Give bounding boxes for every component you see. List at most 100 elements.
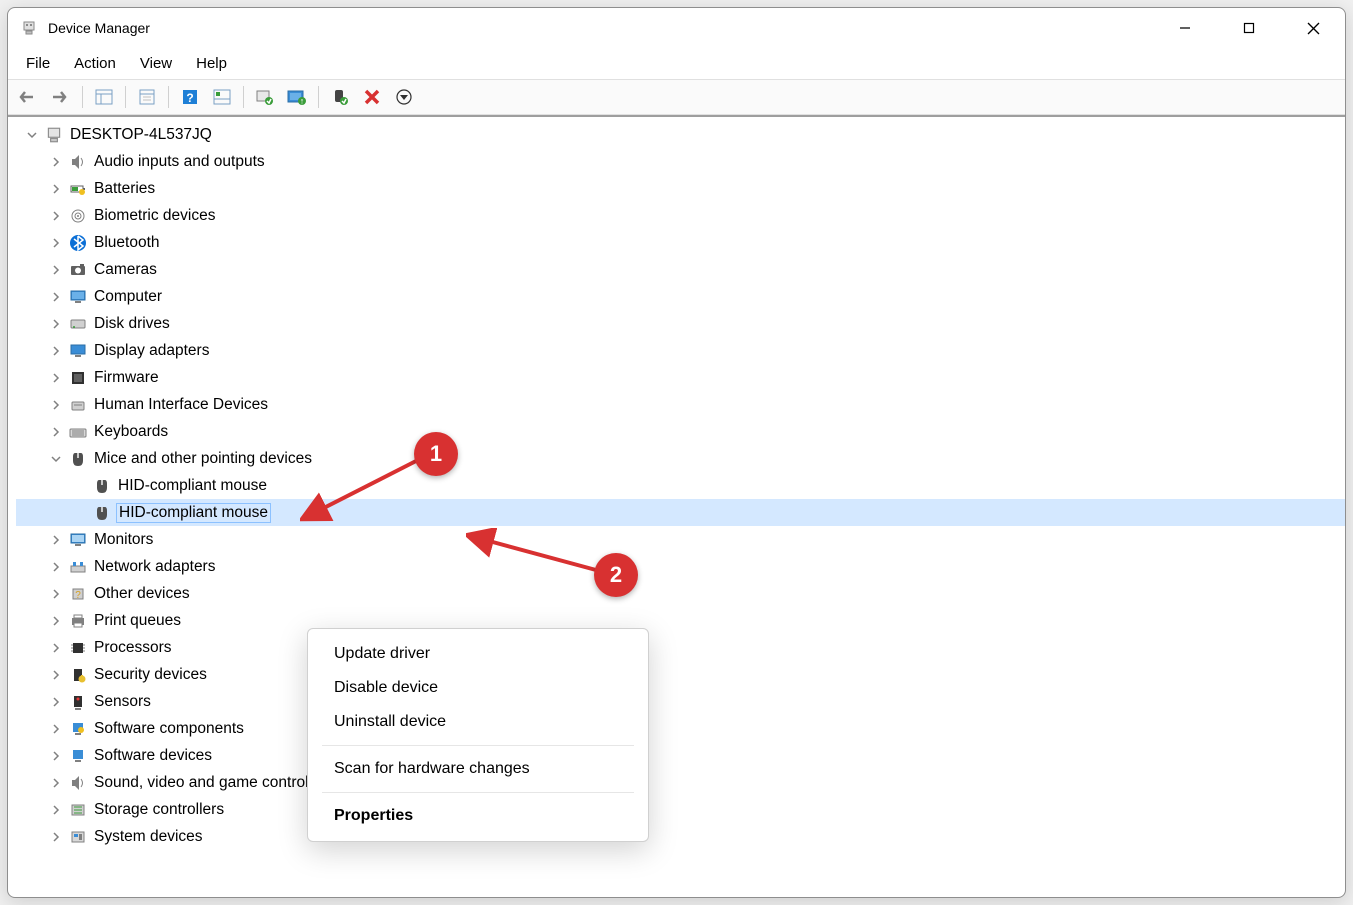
tree-category-label: Firmware <box>94 369 159 387</box>
chevron-down-icon[interactable] <box>24 127 40 143</box>
titlebar: Device Manager <box>8 8 1345 48</box>
chevron-icon[interactable] <box>48 397 64 413</box>
tree-area: DESKTOP-4L537JQ Audio inputs and outputs… <box>8 115 1345 897</box>
toolbar-uninstall-device-button[interactable] <box>357 83 387 111</box>
tree-category-label: Network adapters <box>94 558 215 576</box>
toolbar-disable-device-button[interactable] <box>389 83 419 111</box>
tree-category-disk[interactable]: Disk drives <box>16 310 1345 337</box>
menu-help[interactable]: Help <box>184 48 239 80</box>
chevron-icon[interactable] <box>48 559 64 575</box>
tree-category-other[interactable]: ?Other devices <box>16 580 1345 607</box>
swcomp-icon <box>68 719 88 739</box>
display-icon <box>68 341 88 361</box>
chevron-icon[interactable] <box>48 829 64 845</box>
chevron-icon[interactable] <box>48 289 64 305</box>
toolbar-back-button[interactable] <box>14 83 44 111</box>
menu-view[interactable]: View <box>128 48 184 80</box>
tree-category-label: Security devices <box>94 666 207 684</box>
tree-category-sound[interactable]: Sound, video and game controllers <box>16 769 1345 796</box>
maximize-button[interactable] <box>1217 8 1281 48</box>
cpu-icon <box>68 638 88 658</box>
mouse-icon <box>92 503 112 523</box>
chevron-icon[interactable] <box>48 667 64 683</box>
tree-category-hid[interactable]: Human Interface Devices <box>16 391 1345 418</box>
tree-category-speaker[interactable]: Audio inputs and outputs <box>16 148 1345 175</box>
chevron-icon[interactable] <box>48 154 64 170</box>
tree-device-item[interactable]: HID-compliant mouse <box>16 499 1345 526</box>
mouse-icon <box>68 449 88 469</box>
tree-root-label: DESKTOP-4L537JQ <box>70 126 212 144</box>
tree-category-bluetooth[interactable]: Bluetooth <box>16 229 1345 256</box>
context-menu: Update driver Disable device Uninstall d… <box>307 628 649 842</box>
chevron-icon[interactable] <box>48 370 64 386</box>
tree-category-label: Other devices <box>94 585 190 603</box>
tree-category-label: Computer <box>94 288 162 306</box>
ctx-scan-hardware[interactable]: Scan for hardware changes <box>308 752 648 786</box>
toolbar-properties-button[interactable] <box>132 83 162 111</box>
toolbar-enable-device-button[interactable] <box>325 83 355 111</box>
chevron-icon[interactable] <box>48 802 64 818</box>
tree-category-label: Cameras <box>94 261 157 279</box>
tree-category-security[interactable]: Security devices <box>16 661 1345 688</box>
tree-root-node[interactable]: DESKTOP-4L537JQ <box>16 121 1345 148</box>
ctx-update-driver[interactable]: Update driver <box>308 637 648 671</box>
tree-category-battery[interactable]: Batteries <box>16 175 1345 202</box>
tree-category-storage[interactable]: Storage controllers <box>16 796 1345 823</box>
tree-category-system[interactable]: System devices <box>16 823 1345 850</box>
disk-icon <box>68 314 88 334</box>
chevron-icon[interactable] <box>48 586 64 602</box>
tree-category-keyboard[interactable]: Keyboards <box>16 418 1345 445</box>
tree-category-swcomp[interactable]: Software components <box>16 715 1345 742</box>
tree-category-sensor[interactable]: Sensors <box>16 688 1345 715</box>
toolbar-update-driver-button[interactable]: ↑ <box>282 83 312 111</box>
tree-category-label: Keyboards <box>94 423 168 441</box>
chevron-icon[interactable] <box>48 532 64 548</box>
tree-category-biometric[interactable]: Biometric devices <box>16 202 1345 229</box>
chevron-icon[interactable] <box>48 775 64 791</box>
tree-category-computer[interactable]: Computer <box>16 283 1345 310</box>
chevron-icon[interactable] <box>48 640 64 656</box>
chevron-icon[interactable] <box>48 316 64 332</box>
tree-category-cpu[interactable]: Processors <box>16 634 1345 661</box>
tree-category-monitor[interactable]: Monitors <box>16 526 1345 553</box>
tree-device-item[interactable]: HID-compliant mouse <box>16 472 1345 499</box>
computer-node-icon <box>44 125 64 145</box>
tree-category-camera[interactable]: Cameras <box>16 256 1345 283</box>
menu-file[interactable]: File <box>14 48 62 80</box>
toolbar: ? ↑ <box>8 80 1345 115</box>
tree-category-printer[interactable]: Print queues <box>16 607 1345 634</box>
tree-category-firmware[interactable]: Firmware <box>16 364 1345 391</box>
tree-category-display[interactable]: Display adapters <box>16 337 1345 364</box>
tree-category-network[interactable]: Network adapters <box>16 553 1345 580</box>
ctx-properties[interactable]: Properties <box>308 799 648 833</box>
printer-icon <box>68 611 88 631</box>
chevron-icon[interactable] <box>48 424 64 440</box>
ctx-disable-device[interactable]: Disable device <box>308 671 648 705</box>
toolbar-actions-button[interactable] <box>207 83 237 111</box>
chevron-icon[interactable] <box>48 748 64 764</box>
minimize-button[interactable] <box>1153 8 1217 48</box>
toolbar-help-button[interactable]: ? <box>175 83 205 111</box>
toolbar-showpane-button[interactable] <box>89 83 119 111</box>
chevron-icon[interactable] <box>48 613 64 629</box>
close-button[interactable] <box>1281 8 1345 48</box>
device-tree[interactable]: DESKTOP-4L537JQ Audio inputs and outputs… <box>8 117 1345 897</box>
toolbar-forward-button[interactable] <box>46 83 76 111</box>
toolbar-scan-button[interactable] <box>250 83 280 111</box>
chevron-icon[interactable] <box>48 235 64 251</box>
chevron-icon[interactable] <box>48 181 64 197</box>
tree-category-swdev[interactable]: Software devices <box>16 742 1345 769</box>
chevron-icon[interactable] <box>48 262 64 278</box>
chevron-icon[interactable] <box>48 208 64 224</box>
ctx-uninstall-device[interactable]: Uninstall device <box>308 705 648 739</box>
tree-category-mouse[interactable]: Mice and other pointing devices <box>16 445 1345 472</box>
annotation-arrow-2 <box>466 528 606 578</box>
chevron-icon[interactable] <box>48 721 64 737</box>
chevron-icon[interactable] <box>48 451 64 467</box>
menu-action[interactable]: Action <box>62 48 128 80</box>
security-icon <box>68 665 88 685</box>
chevron-icon[interactable] <box>48 343 64 359</box>
chevron-icon[interactable] <box>48 694 64 710</box>
annotation-arrow-1 <box>300 454 428 522</box>
device-manager-icon <box>20 19 38 37</box>
